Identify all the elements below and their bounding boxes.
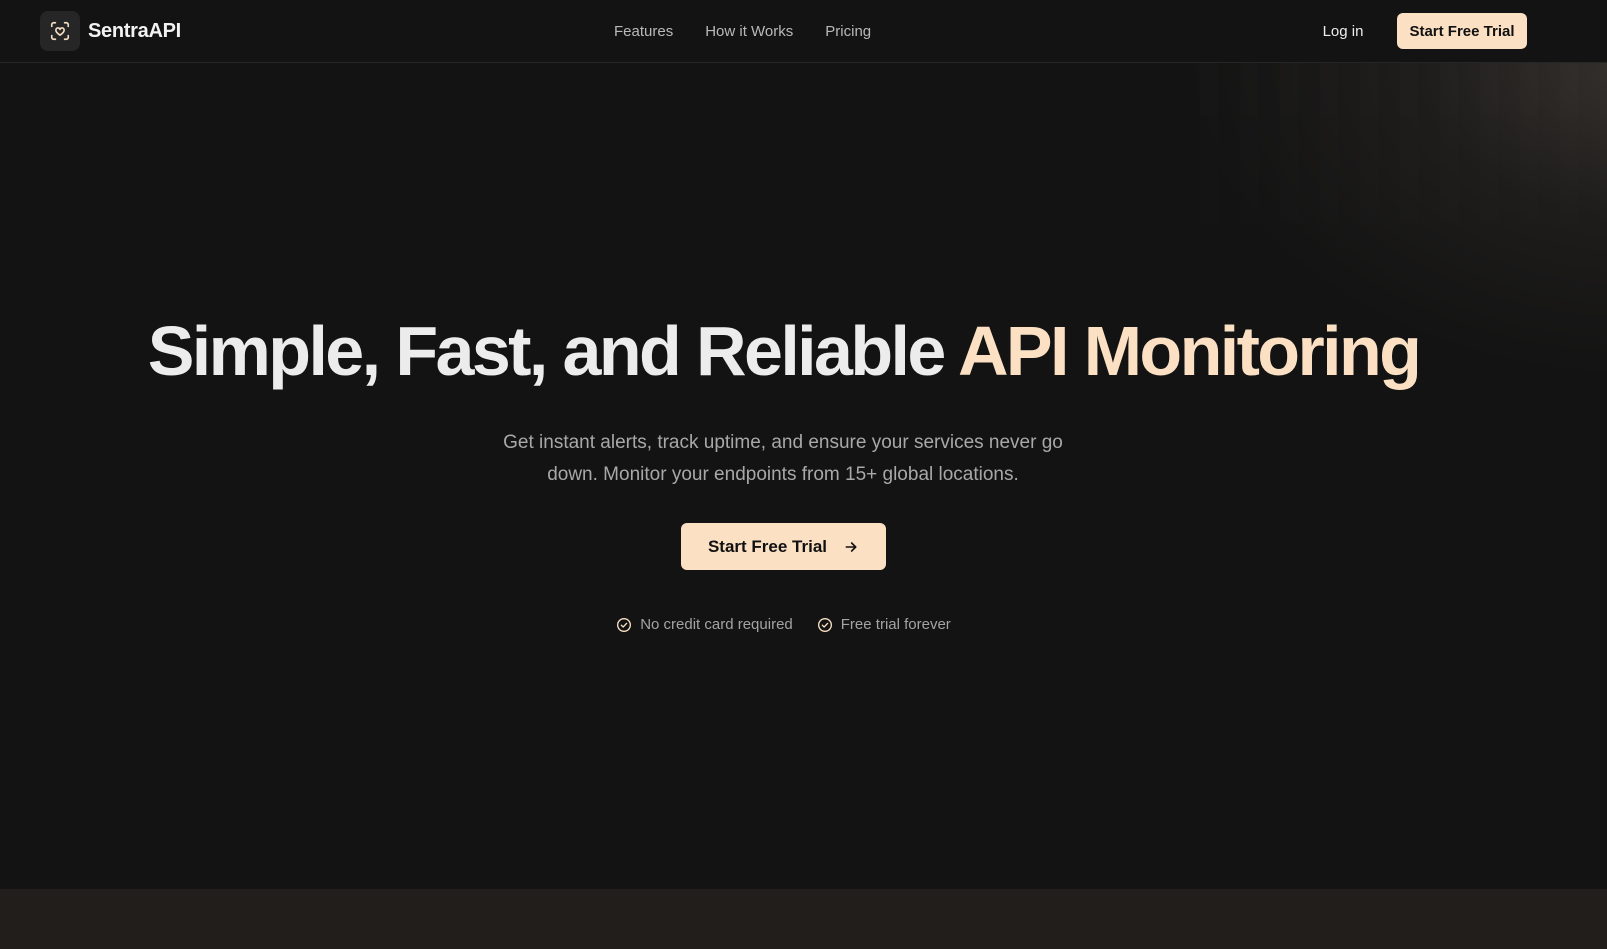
login-link[interactable]: Log in: [1310, 0, 1376, 63]
landing-page: SentraAPI Features How it Works Pricing …: [0, 0, 1607, 949]
nav-link-features[interactable]: Features: [614, 23, 673, 40]
check-circle-icon: [817, 617, 833, 633]
brand-link[interactable]: SentraAPI: [40, 11, 181, 51]
nav-link-how-it-works[interactable]: How it Works: [705, 23, 793, 40]
hero-subtitle: Get instant alerts, track uptime, and en…: [503, 432, 1063, 485]
top-nav: SentraAPI Features How it Works Pricing …: [0, 0, 1607, 63]
nav-link-pricing[interactable]: Pricing: [825, 23, 871, 40]
next-section: [0, 889, 1607, 949]
brand-name: SentraAPI: [88, 19, 181, 42]
hero-headline: Simple, Fast, and Reliable API Monitorin…: [0, 311, 1567, 391]
check-circle-icon: [616, 617, 632, 633]
nav-links: Features How it Works Pricing: [614, 0, 903, 63]
hero-cta-label: Start Free Trial: [707, 536, 828, 556]
hero-perks: No credit card required Free trial forev…: [0, 616, 1567, 633]
arrow-right-icon: [843, 539, 859, 555]
hero-section: Simple, Fast, and Reliable API Monitorin…: [0, 63, 1607, 889]
headline-accent: API Monitoring: [957, 312, 1422, 390]
heart-scan-icon: [40, 11, 80, 51]
headline-main: Simple, Fast, and Reliable: [147, 312, 947, 390]
perk-label: Free trial forever: [840, 616, 951, 633]
perk-label: No credit card required: [640, 616, 793, 633]
perk-item: Free trial forever: [817, 616, 951, 633]
hero-start-trial-button[interactable]: Start Free Trial: [681, 523, 886, 570]
nav-start-trial-button[interactable]: Start Free Trial: [1397, 13, 1527, 49]
perk-item: No credit card required: [616, 616, 793, 633]
